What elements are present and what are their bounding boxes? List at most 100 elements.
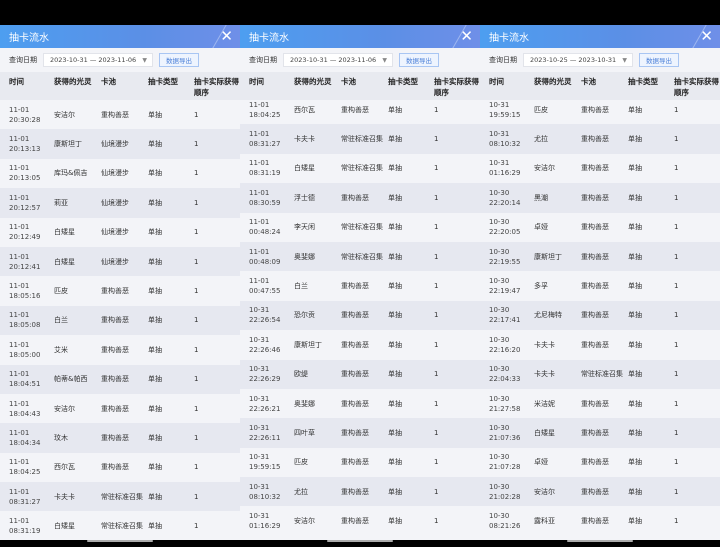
- table-row: 10-30 22:16:20 卡夫卡 重构善恶 单抽 1: [480, 330, 720, 360]
- cell-pool: 重构善恶: [581, 193, 609, 202]
- table-header: 时间 获得的光灵 卡池 抽卡类型 抽卡实际获得顺序: [240, 72, 480, 100]
- panel-header: 抽卡流水 ✕: [480, 25, 720, 48]
- cell-time: 10-30 22:17:41: [489, 306, 521, 325]
- cell-time: 10-30 22:20:05: [489, 218, 521, 237]
- cell-spirit: 白矮星: [54, 228, 75, 237]
- table-row: 11-01 20:12:49 白矮星 仙境漫步 单抽 1: [0, 217, 240, 247]
- table-row: 10-31 22:26:11 四叶草 重构善恶 单抽 1: [240, 418, 480, 448]
- date-range-picker[interactable]: 2023-10-31 — 2023-11-06 ▼: [43, 53, 153, 67]
- cell-order: 1: [434, 370, 439, 379]
- filter-label: 查询日期: [489, 56, 517, 64]
- export-button[interactable]: 数据导出: [159, 53, 199, 67]
- cell-pool: 重构善恶: [341, 487, 369, 496]
- cell-pool: 重构善恶: [341, 428, 369, 437]
- cell-pool: 重构善恶: [101, 110, 129, 119]
- table-row: 10-30 22:19:55 康斯坦丁 重构善恶 单抽 1: [480, 241, 720, 272]
- close-icon[interactable]: ✕: [460, 28, 473, 44]
- cell-spirit: 西尔瓦: [54, 463, 75, 472]
- cell-pool: 重构善恶: [341, 105, 369, 114]
- cell-spirit: 白兰: [294, 282, 308, 291]
- cell-spirit: 奥斐娜: [294, 252, 315, 261]
- cell-draw-type: 单抽: [148, 404, 162, 413]
- export-button[interactable]: 数据导出: [399, 53, 439, 67]
- cell-draw-type: 单抽: [628, 370, 642, 379]
- cell-time: 10-31 01:16:29: [249, 512, 281, 531]
- table-row: 10-30 21:27:58 米洁妮 重构善恶 单抽 1: [480, 388, 720, 419]
- cell-pool: 重构善恶: [581, 282, 609, 291]
- cell-draw-type: 单抽: [388, 340, 402, 349]
- date-range-picker[interactable]: 2023-10-31 — 2023-11-06 ▼: [283, 53, 393, 67]
- close-icon[interactable]: ✕: [220, 28, 233, 44]
- table-row: 11-01 18:04:25 西尔瓦 重构善恶 单抽 1: [240, 100, 480, 125]
- cell-draw-type: 单抽: [388, 282, 402, 291]
- column-header-draw-type: 抽卡类型: [628, 77, 658, 86]
- cell-pool: 重构善恶: [101, 316, 129, 325]
- cell-order: 1: [434, 428, 439, 437]
- table-row: 11-01 20:12:41 白矮星 仙境漫步 单抽 1: [0, 246, 240, 277]
- cell-draw-type: 单抽: [628, 193, 642, 202]
- table-header: 时间 获得的光灵 卡池 抽卡类型 抽卡实际获得顺序: [480, 72, 720, 100]
- cell-pool: 重构善恶: [581, 487, 609, 496]
- table-row: 11-01 18:04:25 西尔瓦 重构善恶 单抽 1: [0, 452, 240, 483]
- cell-pool: 仙境漫步: [101, 198, 129, 207]
- cell-draw-type: 单抽: [148, 169, 162, 178]
- home-indicator[interactable]: [240, 540, 480, 547]
- cell-draw-type: 单抽: [628, 223, 642, 232]
- cell-spirit: 白矮星: [294, 164, 315, 173]
- cell-spirit: 四叶草: [294, 428, 315, 437]
- cell-draw-type: 单抽: [388, 517, 402, 526]
- date-range-picker[interactable]: 2023-10-25 — 2023-10-31 ▼: [523, 53, 633, 67]
- cell-order: 1: [674, 164, 679, 173]
- column-header-draw-type: 抽卡类型: [148, 77, 178, 86]
- cell-spirit: 西尔瓦: [294, 105, 315, 114]
- cell-pool: 重构善恶: [101, 404, 129, 413]
- table-row: 11-01 08:31:19 白矮星 常驻标准召集 单抽 1: [0, 511, 240, 540]
- cell-pool: 重构善恶: [581, 135, 609, 144]
- column-header-time: 时间: [249, 77, 264, 86]
- table-body[interactable]: 11-01 20:30:28 安洁尔 重构善恶 单抽 1 11-01 20:13:13 康斯…: [0, 100, 240, 540]
- cell-time: 11-01 08:31:27: [9, 487, 41, 506]
- caret-down-icon: ▼: [142, 57, 147, 64]
- cell-spirit: 卡夫卡: [54, 492, 75, 501]
- cell-time: 11-01 20:30:28: [9, 105, 41, 124]
- cell-time: 10-30 22:16:20: [489, 335, 521, 354]
- filter-bar: 查询日期 2023-10-31 — 2023-11-06 ▼ 数据导出: [240, 48, 480, 72]
- cell-pool: 仙境漫步: [101, 169, 129, 178]
- table-body[interactable]: 11-01 18:04:25 西尔瓦 重构善恶 单抽 1 11-01 08:31:27 卡夫…: [240, 100, 480, 540]
- table-row: 11-01 20:30:28 安洁尔 重构善恶 单抽 1: [0, 100, 240, 130]
- cell-time: 10-31 22:26:29: [249, 365, 281, 384]
- cell-draw-type: 单抽: [388, 193, 402, 202]
- cell-pool: 重构善恶: [581, 340, 609, 349]
- cell-pool: 重构善恶: [101, 463, 129, 472]
- table-body[interactable]: 10-31 19:59:15 匹皮 重构善恶 单抽 1 10-31 08:10:32 尤拉重…: [480, 100, 720, 540]
- table-row: 11-01 20:13:05 库玛&佩吉 仙境漫步 单抽 1: [0, 158, 240, 189]
- cell-order: 1: [434, 311, 439, 320]
- table-row: 11-01 00:48:24 李天闲 常驻标准召集 单抽 1: [240, 212, 480, 242]
- cell-spirit: 恐尔贡: [294, 311, 315, 320]
- cell-spirit: 康斯坦丁: [534, 252, 562, 261]
- column-header-pool: 卡池: [101, 77, 116, 86]
- home-indicator[interactable]: [480, 540, 720, 547]
- cell-draw-type: 单抽: [148, 522, 162, 531]
- cell-spirit: 白矮星: [54, 257, 75, 266]
- column-header-time: 时间: [489, 77, 504, 86]
- cell-draw-type: 单抽: [628, 458, 642, 467]
- cell-spirit: 卡夫卡: [294, 135, 315, 144]
- cell-spirit: 卓娅: [534, 223, 548, 232]
- cell-pool: 重构善恶: [581, 458, 609, 467]
- cell-order: 1: [194, 345, 199, 354]
- cell-time: 10-31 01:16:29: [489, 159, 521, 178]
- export-button[interactable]: 数据导出: [639, 53, 679, 67]
- column-header-time: 时间: [9, 77, 24, 86]
- close-icon[interactable]: ✕: [700, 28, 713, 44]
- cell-draw-type: 单抽: [628, 487, 642, 496]
- cell-order: 1: [674, 399, 679, 408]
- home-indicator[interactable]: [0, 540, 240, 547]
- cell-pool: 常驻标准召集: [581, 370, 623, 379]
- cell-draw-type: 单抽: [148, 375, 162, 384]
- cell-pool: 常驻标准召集: [341, 223, 383, 232]
- cell-time: 10-31 08:10:32: [489, 130, 521, 149]
- cell-spirit: 尤拉: [534, 135, 548, 144]
- cell-order: 1: [674, 193, 679, 202]
- cell-draw-type: 单抽: [148, 198, 162, 207]
